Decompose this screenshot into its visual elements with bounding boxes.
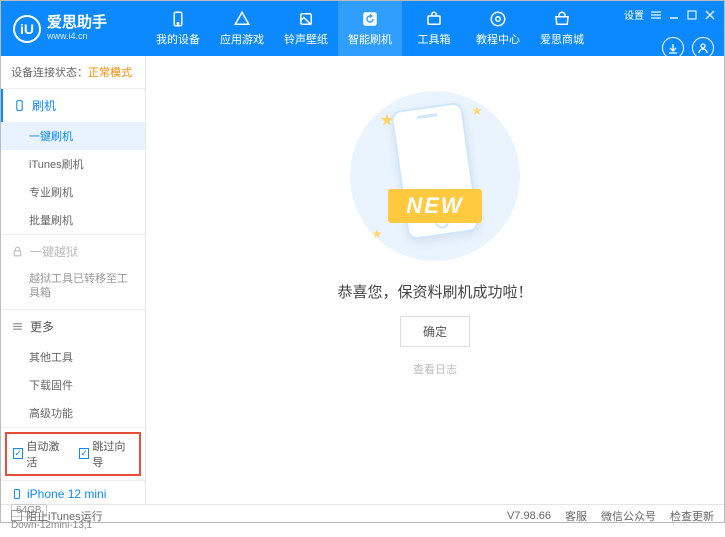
checkbox-label: 跳过向导 bbox=[92, 438, 133, 470]
app-url: www.i4.cn bbox=[47, 32, 107, 42]
sidebar-flash-head[interactable]: 刷机 bbox=[1, 89, 145, 122]
sidebar-head-label: 刷机 bbox=[32, 97, 56, 114]
status-label: 设备连接状态： bbox=[11, 67, 88, 79]
wallpaper-icon bbox=[297, 10, 315, 28]
nav-store[interactable]: 爱思商城 bbox=[530, 1, 594, 56]
version-label: V7.98.66 bbox=[507, 510, 551, 522]
sidebar-more-head[interactable]: 更多 bbox=[1, 310, 145, 343]
success-message: 恭喜您，保资料刷机成功啦！ bbox=[337, 281, 532, 302]
nav-label: 铃声壁纸 bbox=[284, 31, 328, 47]
checkbox-label: 自动激活 bbox=[26, 438, 67, 470]
maximize-icon[interactable] bbox=[686, 9, 698, 21]
block-itunes-checkbox[interactable]: 阻止iTunes运行 bbox=[11, 508, 103, 524]
jailbreak-note: 越狱工具已转移至工具箱 bbox=[1, 268, 145, 309]
sidebar: 设备连接状态：正常模式 刷机 一键刷机 iTunes刷机 专业刷机 批量刷机 一… bbox=[1, 56, 146, 504]
store-icon bbox=[553, 10, 571, 28]
sidebar-item-pro[interactable]: 专业刷机 bbox=[1, 178, 145, 206]
service-link[interactable]: 客服 bbox=[565, 508, 587, 524]
refresh-icon bbox=[361, 10, 379, 28]
view-log-link[interactable]: 查看日志 bbox=[413, 361, 457, 377]
sidebar-item-download[interactable]: 下载固件 bbox=[1, 371, 145, 399]
sidebar-item-itunes[interactable]: iTunes刷机 bbox=[1, 150, 145, 178]
checkbox-auto-activate[interactable]: ✓ 自动激活 bbox=[13, 438, 67, 470]
nav-label: 我的设备 bbox=[156, 31, 200, 47]
device-name-label: iPhone 12 mini bbox=[27, 487, 106, 501]
download-icon bbox=[667, 42, 679, 54]
main-content: NEW 恭喜您，保资料刷机成功啦！ 确定 查看日志 bbox=[146, 56, 724, 504]
minimize-icon[interactable] bbox=[668, 9, 680, 21]
window-controls: 设置 bbox=[624, 7, 716, 22]
checkbox-icon: ✓ bbox=[79, 448, 89, 459]
menu-icon[interactable] bbox=[650, 9, 662, 21]
logo-area: iU 爱思助手 www.i4.cn bbox=[1, 15, 146, 43]
menu-icon bbox=[11, 320, 24, 333]
star-icon bbox=[472, 106, 482, 116]
sidebar-item-other[interactable]: 其他工具 bbox=[1, 343, 145, 371]
phone-icon bbox=[169, 10, 187, 28]
phone-icon bbox=[13, 99, 26, 112]
close-icon[interactable] bbox=[704, 9, 716, 21]
nav-label: 智能刷机 bbox=[348, 31, 392, 47]
sidebar-item-advanced[interactable]: 高级功能 bbox=[1, 399, 145, 427]
check-update-link[interactable]: 检查更新 bbox=[670, 508, 714, 524]
ok-button[interactable]: 确定 bbox=[400, 316, 470, 347]
checkbox-skip-guide[interactable]: ✓ 跳过向导 bbox=[79, 438, 133, 470]
book-icon bbox=[489, 10, 507, 28]
user-icon bbox=[697, 42, 709, 54]
sidebar-jailbreak-head[interactable]: 一键越狱 bbox=[1, 235, 145, 268]
nav-label: 工具箱 bbox=[418, 31, 451, 47]
status-value: 正常模式 bbox=[88, 67, 132, 79]
new-ribbon: NEW bbox=[388, 189, 481, 223]
nav-label: 教程中心 bbox=[476, 31, 520, 47]
nav-toolbox[interactable]: 工具箱 bbox=[402, 1, 466, 56]
checkbox-highlight: ✓ 自动激活 ✓ 跳过向导 bbox=[5, 432, 141, 476]
checkbox-label: 阻止iTunes运行 bbox=[26, 508, 103, 524]
nav-ringtones[interactable]: 铃声壁纸 bbox=[274, 1, 338, 56]
apps-icon bbox=[233, 10, 251, 28]
wechat-link[interactable]: 微信公众号 bbox=[601, 508, 656, 524]
success-illustration: NEW bbox=[350, 91, 520, 261]
app-name: 爱思助手 bbox=[47, 15, 107, 32]
connection-status: 设备连接状态：正常模式 bbox=[1, 56, 145, 89]
star-icon bbox=[372, 229, 382, 239]
nav-label: 应用游戏 bbox=[220, 31, 264, 47]
lock-icon bbox=[11, 245, 24, 258]
nav-apps[interactable]: 应用游戏 bbox=[210, 1, 274, 56]
checkbox-icon bbox=[11, 510, 22, 521]
app-header: iU 爱思助手 www.i4.cn 我的设备 应用游戏 铃声壁纸 智能刷机 工具… bbox=[1, 1, 724, 56]
sidebar-item-oneclick[interactable]: 一键刷机 bbox=[1, 122, 145, 150]
sidebar-head-label: 更多 bbox=[30, 318, 54, 335]
nav-tutorials[interactable]: 教程中心 bbox=[466, 1, 530, 56]
toolbox-icon bbox=[425, 10, 443, 28]
logo-icon: iU bbox=[13, 15, 41, 43]
nav-flash[interactable]: 智能刷机 bbox=[338, 1, 402, 56]
nav-label: 爱思商城 bbox=[540, 31, 584, 47]
settings-link[interactable]: 设置 bbox=[624, 7, 644, 22]
sidebar-head-label: 一键越狱 bbox=[30, 243, 78, 260]
phone-icon bbox=[11, 488, 23, 500]
nav-my-device[interactable]: 我的设备 bbox=[146, 1, 210, 56]
sidebar-item-batch[interactable]: 批量刷机 bbox=[1, 206, 145, 234]
checkbox-icon: ✓ bbox=[13, 448, 23, 459]
